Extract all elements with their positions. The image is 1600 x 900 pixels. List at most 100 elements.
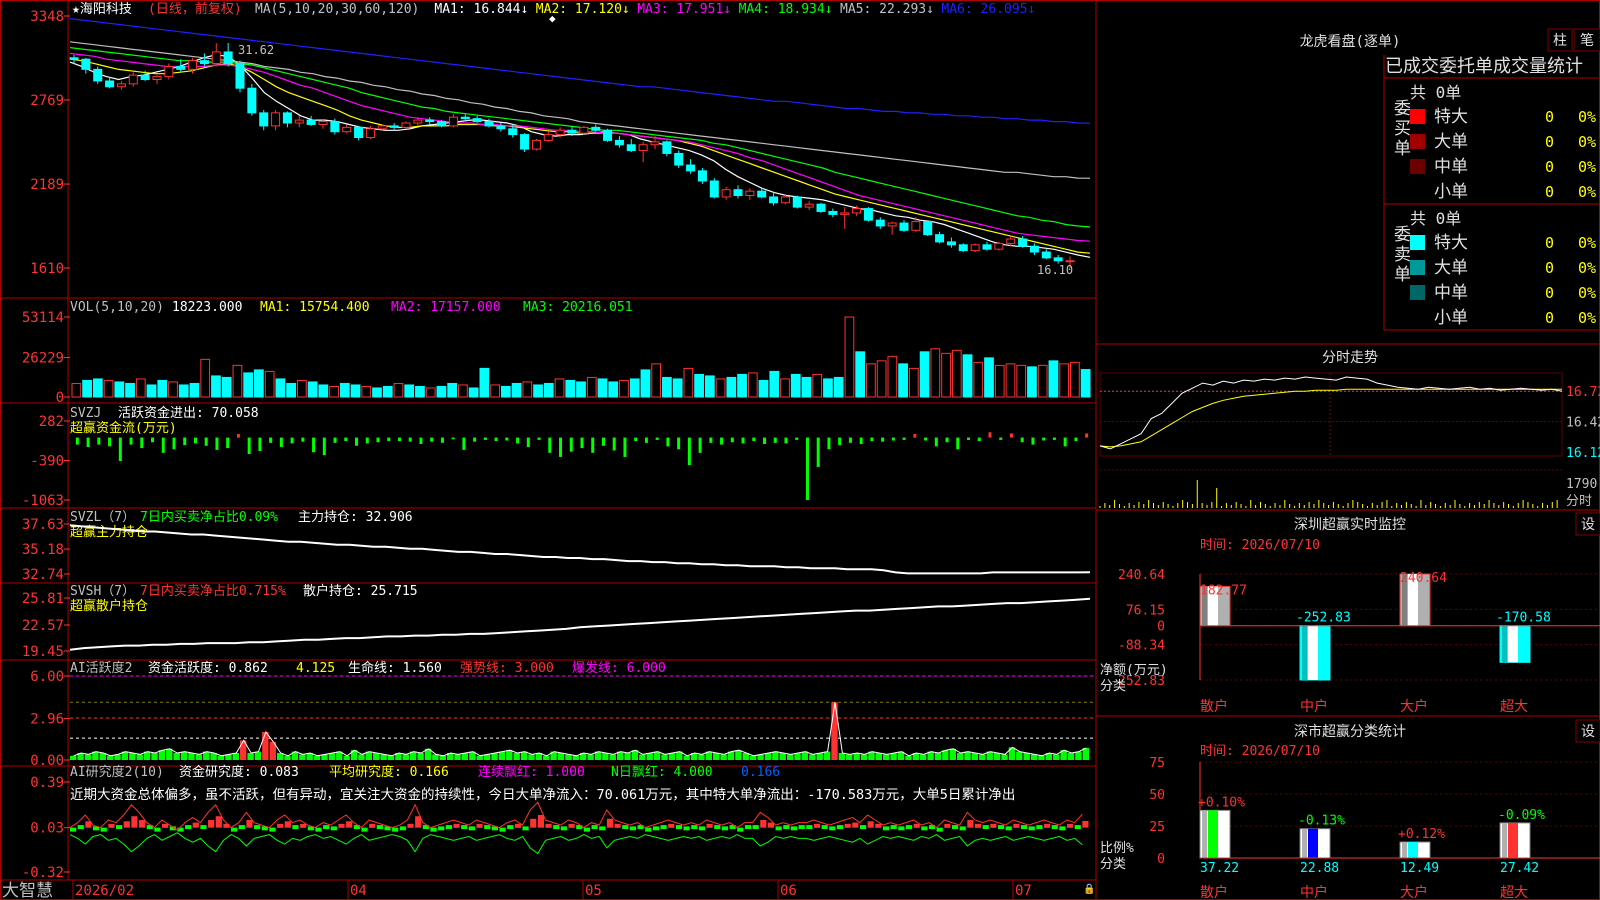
candle-body[interactable] xyxy=(377,125,387,130)
candle-body[interactable] xyxy=(603,129,613,141)
candle-body[interactable] xyxy=(994,242,1004,250)
candle-body[interactable] xyxy=(875,219,885,227)
candle-body[interactable] xyxy=(816,203,826,212)
candle-body[interactable] xyxy=(852,208,862,214)
candlesticks[interactable] xyxy=(69,42,1075,268)
candle-body[interactable] xyxy=(970,244,980,252)
candle-body[interactable] xyxy=(128,74,138,85)
candle-body[interactable] xyxy=(164,65,174,78)
candle-body[interactable] xyxy=(496,125,506,130)
class-settings[interactable]: 设 xyxy=(1575,719,1600,743)
candle-body[interactable] xyxy=(579,126,589,134)
kline-mode[interactable]: (日线，前复权) xyxy=(148,1,242,17)
candle-body[interactable] xyxy=(662,141,672,154)
candle-body[interactable] xyxy=(330,121,340,133)
candle-body[interactable] xyxy=(863,208,873,221)
candle-body[interactable] xyxy=(389,125,399,128)
candle-body[interactable] xyxy=(591,126,601,131)
candle-body[interactable] xyxy=(935,234,945,243)
candle-body[interactable] xyxy=(460,116,470,120)
class-settings-button[interactable]: 设 xyxy=(1581,724,1595,740)
candle-body[interactable] xyxy=(69,57,79,60)
stock-name[interactable]: ★海阳科技 xyxy=(72,2,132,17)
candle-body[interactable] xyxy=(306,119,316,125)
candle-body[interactable] xyxy=(721,189,731,198)
lhb-bar-button[interactable]: 柱 xyxy=(1553,33,1567,49)
candle-body[interactable] xyxy=(792,196,802,208)
candle-body[interactable] xyxy=(235,63,245,89)
candle-body[interactable] xyxy=(425,119,435,123)
candle-body[interactable] xyxy=(105,80,115,88)
candle-body[interactable] xyxy=(1006,238,1016,244)
candle-body[interactable] xyxy=(567,129,577,134)
chart-workspace[interactable]: ★海阳科技 (日线，前复权) MA(5,10,20,30,60,120) MA1:… xyxy=(0,0,1600,900)
candle-body[interactable] xyxy=(757,190,767,198)
candle-body[interactable] xyxy=(1041,251,1051,259)
lhb-bar-toggle[interactable]: 柱 xyxy=(1547,28,1573,52)
candle-body[interactable] xyxy=(365,128,375,139)
candle-body[interactable] xyxy=(555,129,565,136)
candle-body[interactable] xyxy=(342,126,352,133)
candle-body[interactable] xyxy=(674,152,684,166)
candle-body[interactable] xyxy=(199,60,209,65)
candle-body[interactable] xyxy=(271,112,281,127)
bar-delta: +0.10% xyxy=(1198,795,1245,810)
candle-body[interactable] xyxy=(259,112,269,127)
candle-body[interactable] xyxy=(686,164,696,172)
candle-body[interactable] xyxy=(247,87,257,114)
candle-body[interactable] xyxy=(958,244,968,252)
candle-body[interactable] xyxy=(614,139,624,146)
candle-body[interactable] xyxy=(152,76,162,81)
candle-body[interactable] xyxy=(543,134,553,141)
candle-body[interactable] xyxy=(318,121,328,125)
candle-body[interactable] xyxy=(140,74,150,81)
candle-body[interactable] xyxy=(923,221,933,236)
lock-icon[interactable]: 🔒 xyxy=(1083,883,1095,895)
candle-body[interactable] xyxy=(911,221,921,231)
candle-body[interactable] xyxy=(828,210,838,215)
candle-body[interactable] xyxy=(531,139,541,150)
candle-body[interactable] xyxy=(899,222,909,231)
candle-body[interactable] xyxy=(1018,238,1028,247)
candle-body[interactable] xyxy=(294,119,304,124)
candle-body[interactable] xyxy=(81,58,91,70)
candle-body[interactable] xyxy=(176,65,186,70)
candle-body[interactable] xyxy=(1029,245,1039,253)
candle-body[interactable] xyxy=(745,190,755,197)
candle-body[interactable] xyxy=(401,122,411,128)
candle-body[interactable] xyxy=(93,68,103,82)
candle-body[interactable] xyxy=(709,180,719,198)
monitor-settings-button[interactable]: 设 xyxy=(1581,517,1595,533)
candle-body[interactable] xyxy=(116,83,126,88)
candle-body[interactable] xyxy=(354,126,364,139)
lhb-tick-toggle[interactable]: 笔 xyxy=(1573,28,1600,52)
monitor-settings[interactable]: 设 xyxy=(1575,512,1600,536)
candle-body[interactable] xyxy=(472,118,482,123)
intraday-chart[interactable]: 16.72 16.42 16.12 1790 分时 xyxy=(1099,372,1600,509)
candle-body[interactable] xyxy=(946,241,956,246)
candle-body[interactable] xyxy=(448,116,458,127)
candle-body[interactable] xyxy=(211,51,221,65)
candle-body[interactable] xyxy=(508,128,518,136)
candle-body[interactable] xyxy=(733,189,743,197)
candle-body[interactable] xyxy=(282,112,292,124)
candle-body[interactable] xyxy=(413,119,423,124)
candle-body[interactable] xyxy=(638,144,648,152)
candle-body[interactable] xyxy=(520,134,530,150)
candle-body[interactable] xyxy=(223,51,233,65)
candle-body[interactable] xyxy=(650,141,660,146)
candle-body[interactable] xyxy=(1053,257,1063,262)
candle-body[interactable] xyxy=(697,170,707,182)
candle-body[interactable] xyxy=(769,196,779,204)
candle-body[interactable] xyxy=(840,212,850,215)
candle-body[interactable] xyxy=(1065,260,1075,263)
candle-body[interactable] xyxy=(887,222,897,227)
lhb-tick-button[interactable]: 笔 xyxy=(1580,33,1594,49)
candle-body[interactable] xyxy=(626,144,636,152)
candle-body[interactable] xyxy=(188,60,198,70)
candle-body[interactable] xyxy=(804,203,814,208)
candle-body[interactable] xyxy=(780,196,790,204)
candle-body[interactable] xyxy=(437,121,447,127)
candle-body[interactable] xyxy=(484,121,494,127)
candle-body[interactable] xyxy=(982,244,992,250)
